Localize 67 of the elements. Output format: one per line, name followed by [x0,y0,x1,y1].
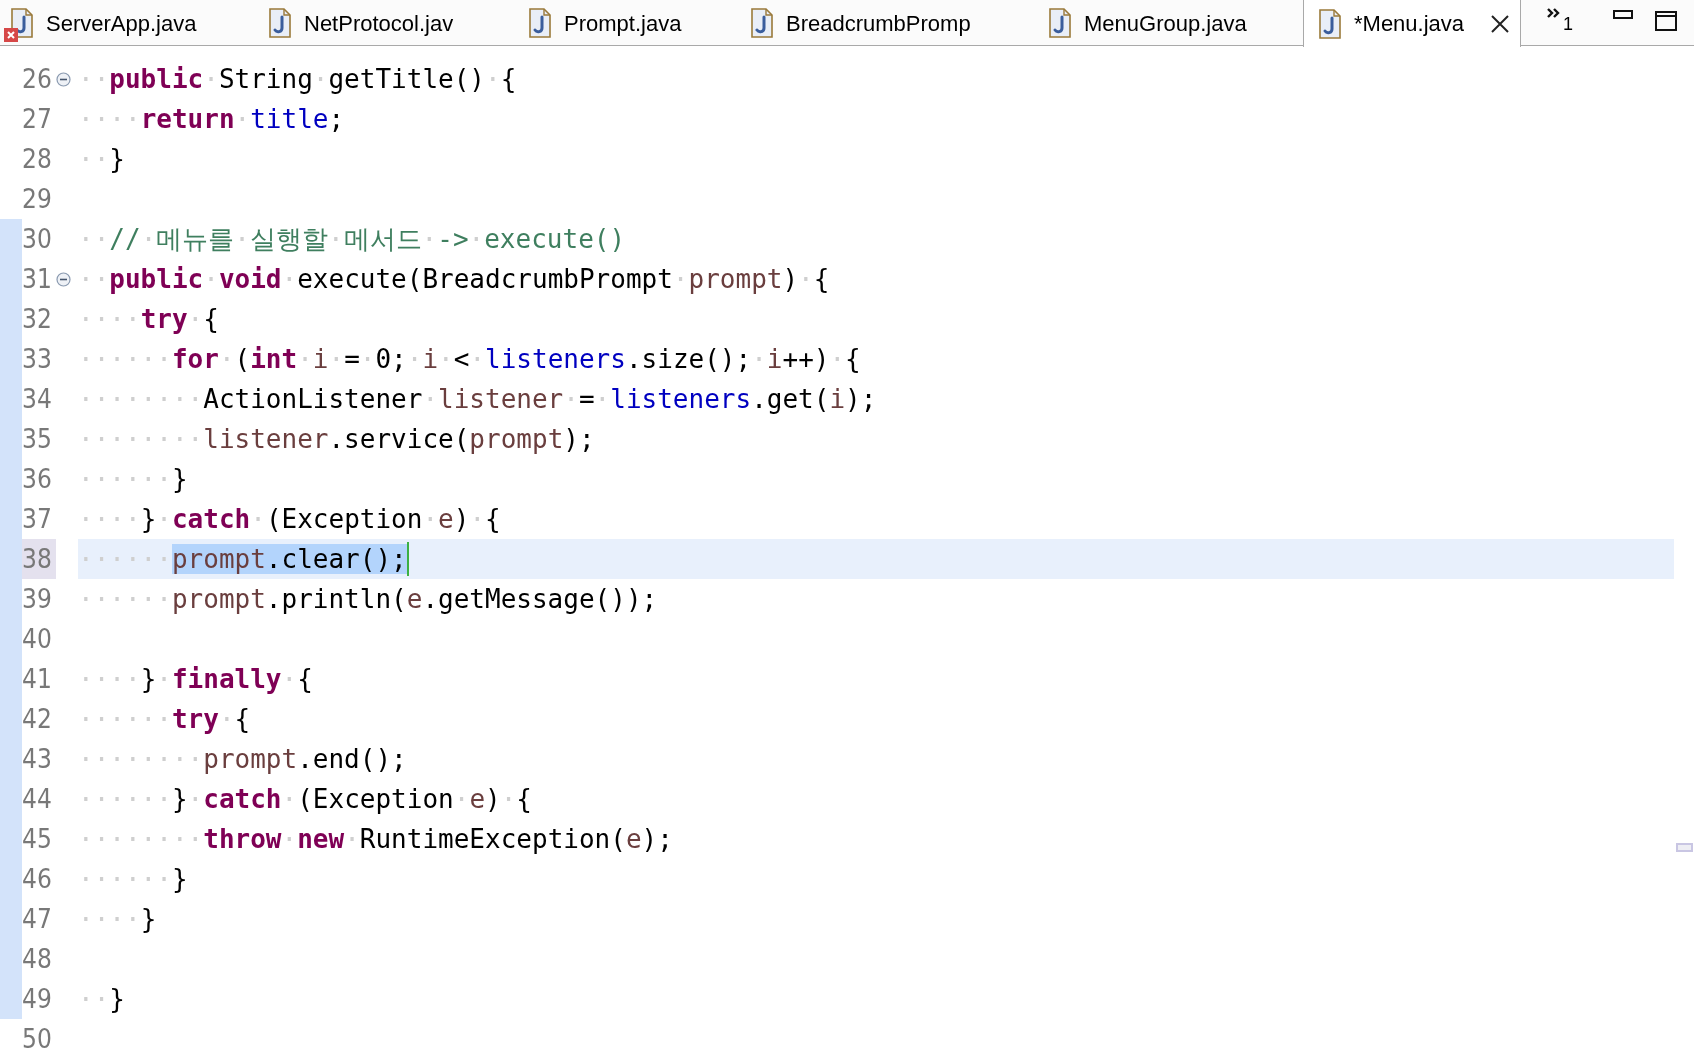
code-line: ········throw·new·RuntimeException(e); [78,823,673,856]
line-number: 32 [22,303,53,336]
code-line: ····try·{ [78,303,219,336]
line-number: 27 [22,103,53,136]
line-number: 33 [22,343,53,376]
line-number: 45 [22,823,53,856]
code-line: ········ActionListener·listener·=·listeners.get(i); [78,383,877,416]
editor-tab[interactable]: ServerApp.java [0,0,258,46]
line-number: 44 [22,783,53,816]
line-number: 42 [22,703,53,736]
line-number: 48 [22,943,53,976]
editor-tab[interactable]: Prompt.java [518,0,740,46]
line-number: 31 [22,263,53,296]
code-line: ··} [78,143,125,176]
java-file-icon [1318,8,1342,39]
java-file-icon [268,8,292,38]
code-line: ··} [78,983,125,1016]
tab-overflow-count[interactable]: 1 [1563,15,1573,33]
overview-ruler-marker[interactable] [1676,843,1693,852]
editor-tab[interactable]: *Menu.java [1303,0,1521,47]
line-number: 40 [22,623,53,656]
code-line: ········listener.service(prompt); [78,423,595,456]
editor-tab[interactable]: NetProtocol.jav [258,0,518,46]
line-number: 29 [22,183,53,216]
minimize-icon[interactable] [1613,10,1633,20]
line-number: 30 [22,223,53,256]
code-line: ··//·메뉴를·실행할·메서드·->·execute() [78,223,626,256]
java-file-icon [750,8,774,38]
code-line: ······} [78,463,188,496]
collapse-icon[interactable] [56,271,71,287]
line-number: 43 [22,743,53,776]
code-line: ······try·{ [78,703,251,736]
line-number: 28 [22,143,53,176]
line-number: 35 [22,423,53,456]
code-line: ······prompt.println(e.getMessage()); [78,583,658,616]
code-line: ······}·catch·(Exception·e)·{ [78,783,532,816]
line-number: 49 [22,983,53,1016]
maximize-icon[interactable] [1655,11,1677,31]
code-line: ··public·void·execute(BreadcrumbPrompt·prompt)·{ [78,263,830,296]
line-number: 34 [22,383,53,416]
editor-tab[interactable]: MenuGroup.java [1038,0,1303,46]
code-line: ········prompt.end(); [78,743,407,776]
line-number: 38 [22,539,56,579]
line-number: 26 [22,63,53,96]
line-number: 46 [22,863,53,896]
editor-tab[interactable]: BreadcrumbPromp [740,0,1038,46]
code-line: ····}·finally·{ [78,663,313,696]
collapse-icon[interactable] [56,71,71,87]
code-line: ····}·catch·(Exception·e)·{ [78,503,501,536]
line-number: 41 [22,663,53,696]
line-number: 36 [22,463,53,496]
code-line: ··public·String·getTitle()·{ [78,63,517,96]
java-file-icon [1048,8,1072,38]
java-file-icon [10,8,34,38]
chevron-double-right-icon[interactable] [1547,8,1561,20]
code-line: ······} [78,863,188,896]
java-file-icon [528,8,552,38]
code-line: ····} [78,903,157,936]
text-caret [406,542,409,576]
code-line: ····return·title; [78,103,345,136]
line-number: 50 [22,1023,53,1048]
error-badge-icon [4,28,18,42]
line-number: 47 [22,903,53,936]
code-line: ······for·(int·i·=·0;·i·<·listeners.size();·i++)·{ [78,343,861,376]
close-icon[interactable] [1490,13,1510,34]
line-number: 39 [22,583,53,616]
line-number: 37 [22,503,53,536]
